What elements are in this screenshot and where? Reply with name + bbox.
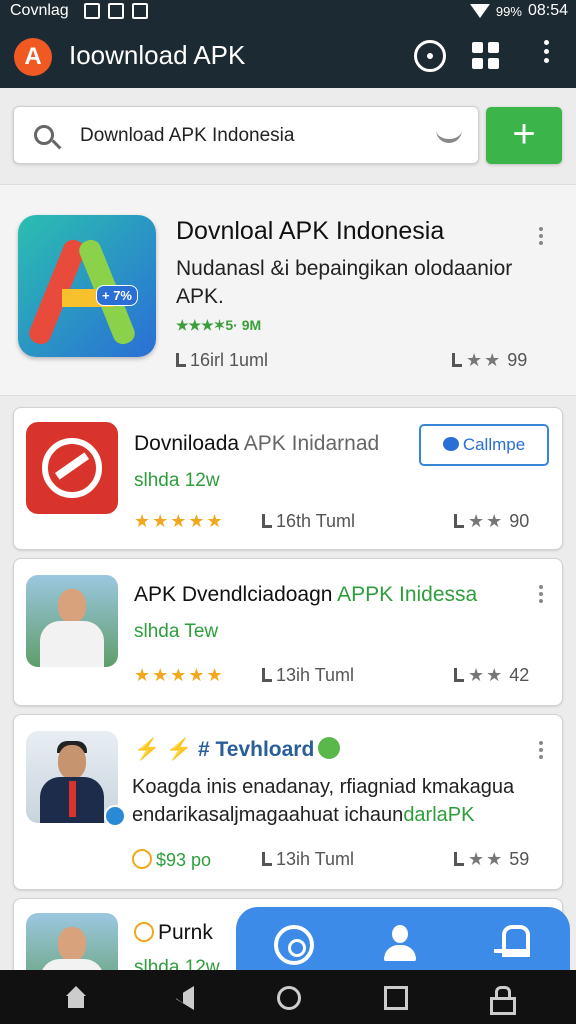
score: ★★ 90 (454, 511, 529, 532)
add-button[interactable]: + (486, 107, 562, 164)
app-name[interactable]: Dovniloada APK Inidarnad (134, 432, 379, 456)
featured-app[interactable]: + 7% Dovnloal APK Indonesia Nudanasl &i … (0, 184, 576, 396)
app-bar: A Ioownload APK (0, 24, 576, 88)
app-name[interactable]: Purnk (134, 921, 213, 945)
app-card[interactable]: Dovniloada APK Inidarnad Callmpe slhda 1… (13, 407, 563, 550)
app-thumbnail[interactable] (26, 575, 118, 667)
image-icon (108, 3, 124, 19)
app-description: Koagda inis enadanay, rfiagniad kmakagua… (132, 776, 515, 826)
app-card[interactable]: APK Dvendlciadoagn APPK Inidessa slhda T… (13, 558, 563, 706)
featured-app-icon[interactable]: + 7% (18, 215, 156, 357)
app-title: Ioownload APK (69, 40, 246, 70)
featured-badge: + 7% (96, 285, 138, 306)
app-name[interactable]: APK Dvendlciadoagn APPK Inidessa (134, 583, 477, 607)
thumb-icon (454, 668, 464, 682)
home-icon[interactable] (64, 986, 88, 1010)
system-nav-bar (0, 970, 576, 1024)
app-logo-icon[interactable]: A (14, 38, 52, 76)
compare-button[interactable]: Callmpe (419, 424, 549, 466)
puzzle-icon[interactable] (470, 40, 502, 72)
app-card[interactable]: ⚡ ⚡ # Tevhloard Koagda inis enadanay, rf… (13, 714, 563, 890)
app-subtitle: slhda Tew (134, 621, 219, 642)
featured-downloads: 16irl 1uml (176, 350, 268, 371)
notification-icon (84, 3, 100, 19)
settings-icon[interactable] (274, 925, 314, 965)
chat-icon[interactable] (414, 40, 446, 72)
avatar-icon (132, 849, 152, 869)
app-subtitle: slhda 12w (134, 470, 220, 491)
back-icon[interactable] (170, 986, 194, 1010)
pin-icon[interactable] (492, 925, 532, 965)
price-tag: $93 po (132, 849, 211, 871)
recents-icon[interactable] (384, 986, 408, 1010)
battery-label: 99% (495, 3, 522, 19)
search-box (13, 106, 479, 164)
check-icon (318, 737, 341, 759)
carrier-label: Covnlag (10, 2, 69, 19)
featured-more-icon[interactable] (534, 227, 548, 248)
thumb-icon (452, 353, 462, 367)
thumb-icon (454, 514, 464, 528)
download-icon (262, 514, 272, 528)
messenger-icon (442, 437, 459, 451)
app-name[interactable]: ⚡ ⚡ # Tevhloard (134, 737, 341, 762)
thumb-icon (454, 852, 464, 866)
search-input[interactable] (80, 121, 420, 151)
featured-description: Nudanasl &i bepaingikan olodaanior APK. (176, 257, 513, 308)
voice-icon[interactable] (436, 129, 462, 143)
featured-score: ★★ 99 (452, 350, 527, 371)
download-icon (176, 353, 186, 367)
star-rating: ★★★★★ (134, 665, 225, 685)
star-rating: ★★★★★ (134, 511, 225, 531)
download-icon (262, 668, 272, 682)
clock: 08:54 (527, 2, 568, 19)
notification-icons (84, 3, 148, 19)
score: ★★ 59 (454, 849, 529, 870)
lock-icon[interactable] (488, 986, 516, 1015)
download-icon (262, 852, 272, 866)
app-badge-icon (134, 922, 154, 942)
more-vertical-icon[interactable] (536, 40, 556, 72)
download-count: 13ih Tuml (262, 665, 354, 686)
profile-icon[interactable] (380, 925, 420, 965)
app-thumbnail[interactable] (26, 731, 118, 823)
download-count: 13ih Tuml (262, 849, 354, 870)
featured-title[interactable]: Dovnloal APK Indonesia (176, 217, 444, 246)
search-icon[interactable] (34, 125, 54, 145)
download-count: 16th Tuml (262, 511, 355, 532)
message-icon (132, 3, 148, 19)
card-more-icon[interactable] (534, 741, 548, 762)
featured-rating: ★★★✶5· 9M (176, 317, 262, 333)
card-more-icon[interactable] (534, 585, 548, 606)
app-icon[interactable] (26, 422, 118, 514)
verified-icon (104, 805, 126, 827)
home-circle-icon[interactable] (277, 986, 301, 1010)
wifi-icon (469, 4, 490, 18)
status-bar: Covnlag 99% 08:54 (0, 0, 576, 24)
score: ★★ 42 (454, 665, 529, 686)
